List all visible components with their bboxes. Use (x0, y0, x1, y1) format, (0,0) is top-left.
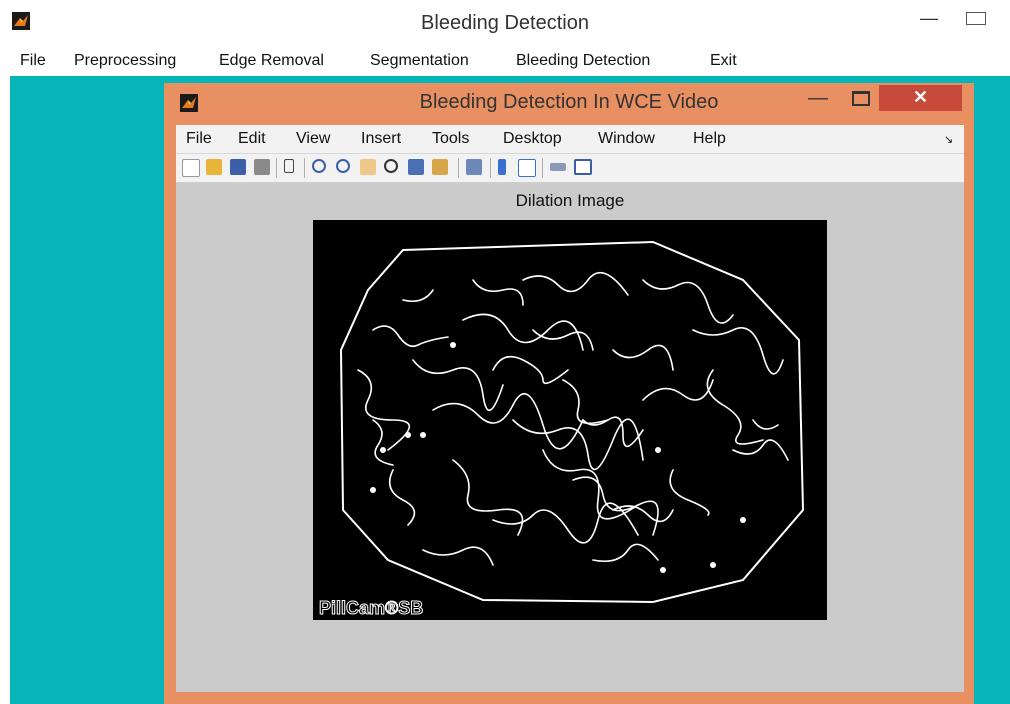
window-title: Bleeding Detection (421, 12, 589, 34)
save-icon[interactable] (230, 159, 246, 175)
legend-icon[interactable] (518, 159, 536, 177)
minimize-button[interactable]: — (920, 8, 938, 29)
figure-window: Bleeding Detection In WCE Video — ✕ File… (164, 83, 974, 704)
brush-icon[interactable] (432, 159, 448, 175)
dilation-image: PillCam®SB (313, 220, 827, 620)
menu-preprocessing[interactable]: Preprocessing (74, 52, 176, 70)
pan-icon[interactable] (360, 159, 376, 175)
menu-bleeding-detection[interactable]: Bleeding Detection (516, 52, 650, 70)
menu-exit[interactable]: Exit (710, 52, 737, 70)
fig-menu-help[interactable]: Help (693, 130, 726, 148)
new-figure-icon[interactable] (182, 159, 200, 177)
menu-segmentation[interactable]: Segmentation (370, 52, 469, 70)
figure-toolbar (176, 154, 964, 183)
print-icon[interactable] (254, 159, 270, 175)
figure-titlebar: Bleeding Detection In WCE Video — ✕ (164, 83, 974, 121)
edge-map-image: PillCam®SB (319, 240, 805, 619)
axes-title: Dilation Image (515, 191, 625, 210)
fig-menu-tools[interactable]: Tools (432, 130, 469, 148)
hide-plot-tools-icon[interactable] (550, 163, 566, 171)
fig-menu-view[interactable]: View (296, 130, 330, 148)
link-icon[interactable] (466, 159, 482, 175)
outer-menubar: File Preprocessing Edge Removal Segmenta… (0, 46, 1010, 77)
figure-close-button[interactable]: ✕ (879, 85, 962, 111)
zoom-in-icon[interactable] (312, 159, 326, 173)
maximize-button[interactable] (966, 12, 986, 25)
open-file-icon[interactable] (206, 159, 222, 175)
pillcam-watermark: PillCam®SB (319, 598, 423, 618)
figure-canvas: Dilation Image PillCam®SB (176, 183, 964, 692)
figure-menubar: File Edit View Insert Tools Desktop Wind… (176, 125, 964, 154)
pointer-icon[interactable] (284, 159, 294, 173)
menu-file[interactable]: File (20, 52, 46, 70)
menu-edge-removal[interactable]: Edge Removal (219, 52, 324, 70)
data-cursor-icon[interactable] (408, 159, 424, 175)
rotate-icon[interactable] (384, 159, 398, 173)
show-plot-tools-icon[interactable] (574, 159, 592, 175)
fig-menu-edit[interactable]: Edit (238, 130, 266, 148)
fig-menu-window[interactable]: Window (598, 130, 655, 148)
fig-menu-file[interactable]: File (186, 130, 212, 148)
figure-maximize-button[interactable] (852, 91, 870, 106)
dock-arrow-icon[interactable]: ↘ (944, 133, 953, 146)
fig-menu-insert[interactable]: Insert (361, 130, 401, 148)
zoom-out-icon[interactable] (336, 159, 350, 173)
figure-minimize-button[interactable]: — (808, 87, 828, 110)
window-border (0, 76, 10, 704)
colorbar-icon[interactable] (498, 159, 506, 175)
outer-titlebar: Bleeding Detection — (0, 0, 1010, 46)
fig-menu-desktop[interactable]: Desktop (503, 130, 562, 148)
